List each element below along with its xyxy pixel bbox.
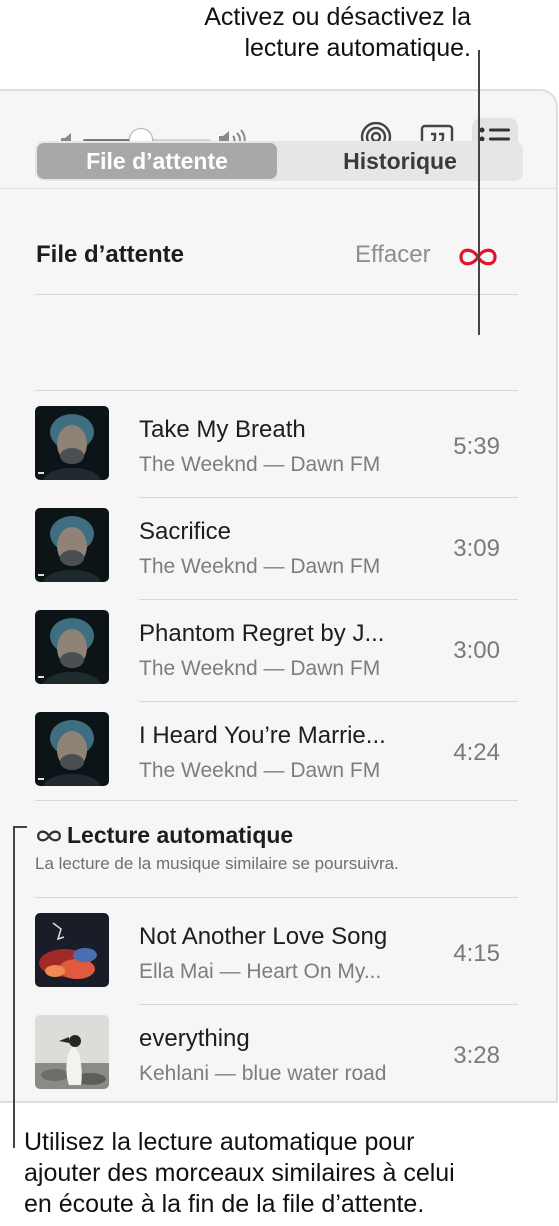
- callout-autoplay-explanation: Utilisez la lecture automatique pour ajo…: [24, 1127, 554, 1220]
- album-artwork: [35, 712, 109, 786]
- autoplay-track-row[interactable]: Not Another Love Song Ella Mai — Heart O…: [35, 903, 518, 1005]
- track-duration: 3:09: [453, 535, 500, 562]
- autoplay-title-row: Lecture automatique: [35, 822, 518, 849]
- autoplay-description: La lecture de la musique similaire se po…: [35, 854, 399, 873]
- album-artwork: [35, 913, 109, 987]
- album-artwork: [35, 406, 109, 480]
- callout-leader-line: [13, 826, 15, 1148]
- album-artwork: [35, 508, 109, 582]
- track-duration: 4:24: [453, 739, 500, 766]
- queue-history-tabs: File d’attente Historique: [35, 141, 523, 181]
- track-title: Phantom Regret by J...: [139, 620, 385, 647]
- track-artist-album: Kehlani — blue water road: [139, 1062, 387, 1085]
- callout-bottom-line-1: Utilisez la lecture automatique pour: [24, 1128, 415, 1156]
- autoplay-section: Lecture automatique La lecture de la mus…: [35, 822, 518, 874]
- track-title: I Heard You’re Marrie...: [139, 722, 386, 749]
- divider: [35, 390, 518, 391]
- tab-history[interactable]: Historique: [280, 143, 520, 179]
- callout-leader-line: [13, 826, 27, 828]
- album-artwork: [35, 1015, 109, 1089]
- album-artwork: [35, 610, 109, 684]
- clear-button[interactable]: Effacer: [355, 241, 431, 269]
- track-artist-album: Ella Mai — Heart On My...: [139, 960, 382, 983]
- divider: [35, 897, 518, 898]
- callout-top-line-1: Activez ou désactivez la: [204, 3, 471, 31]
- track-duration: 5:39: [453, 433, 500, 460]
- queue-track-row[interactable]: Take My Breath The Weeknd — Dawn FM 5:39: [35, 396, 518, 498]
- track-duration: 3:28: [453, 1042, 500, 1069]
- divider: [35, 294, 518, 295]
- track-artist-album: The Weeknd — Dawn FM: [139, 453, 381, 476]
- tab-queue[interactable]: File d’attente: [37, 143, 277, 179]
- callout-bottom-line-2: ajouter des morceaux similaires à celui: [24, 1159, 455, 1187]
- track-title: Sacrifice: [139, 518, 232, 545]
- queue-track-row[interactable]: Phantom Regret by J... The Weeknd — Dawn…: [35, 600, 518, 702]
- track-title: everything: [139, 1025, 250, 1052]
- track-artist-album: The Weeknd — Dawn FM: [139, 759, 381, 782]
- callout-bottom-line-3: en écoute à la fin de la file d’attente.: [24, 1190, 425, 1218]
- track-title: Not Another Love Song: [139, 923, 388, 950]
- track-artist-album: The Weeknd — Dawn FM: [139, 657, 381, 680]
- divider: [35, 800, 518, 801]
- infinity-icon: [35, 822, 63, 849]
- callout-top-line-2: lecture automatique.: [244, 34, 471, 62]
- track-artist-album: The Weeknd — Dawn FM: [139, 555, 381, 578]
- track-title: Take My Breath: [139, 416, 306, 443]
- autoplay-title: Lecture automatique: [67, 822, 294, 848]
- queue-track-row[interactable]: Sacrifice The Weeknd — Dawn FM 3:09: [35, 498, 518, 600]
- callout-leader-line: [478, 50, 480, 335]
- queue-track-row[interactable]: I Heard You’re Marrie... The Weeknd — Da…: [35, 702, 518, 804]
- callout-autoplay-toggle: Activez ou désactivez la lecture automat…: [204, 2, 471, 64]
- autoplay-track-row[interactable]: everything Kehlani — blue water road 3:2…: [35, 1005, 518, 1107]
- queue-heading: File d’attente: [36, 241, 185, 268]
- track-duration: 4:15: [453, 940, 500, 967]
- track-duration: 3:00: [453, 637, 500, 664]
